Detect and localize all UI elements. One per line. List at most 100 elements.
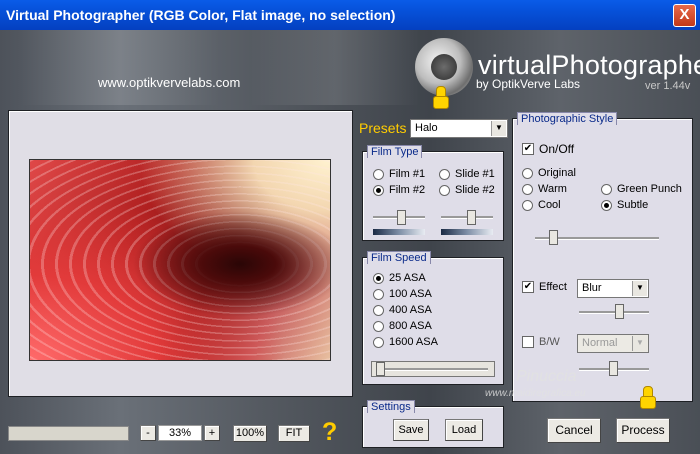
asa-1600-label: 1600 ASA	[389, 336, 438, 348]
asa-25-label: 25 ASA	[389, 272, 426, 284]
asa-1600-radio[interactable]: 1600 ASA	[373, 336, 438, 348]
cancel-button[interactable]: Cancel	[547, 418, 601, 443]
warm-label: Warm	[538, 183, 567, 195]
film-1-radio[interactable]: Film #1	[373, 168, 425, 180]
slide-1-label: Slide #1	[455, 168, 495, 180]
effect-slider-thumb[interactable]	[615, 304, 624, 319]
pointer-hand-icon	[433, 86, 449, 109]
film-2-radio[interactable]: Film #2	[373, 184, 425, 196]
header-streak	[250, 30, 420, 105]
fit-button[interactable]: FIT	[278, 425, 310, 442]
window-title: Virtual Photographer (RGB Color, Flat im…	[6, 7, 396, 23]
preview-panel	[8, 110, 353, 397]
style-slider-thumb[interactable]	[549, 230, 558, 245]
bw-slider-thumb[interactable]	[609, 361, 618, 376]
radio-icon	[439, 184, 450, 196]
slide-slider-thumb[interactable]	[467, 210, 476, 225]
film-speed-track	[378, 368, 488, 371]
slide-2-label: Slide #2	[455, 184, 495, 196]
film-gradient-bar	[373, 229, 425, 235]
check-icon: ✔	[522, 143, 534, 155]
photographic-style-group: Photographic Style ✔ On/Off Original Warm…	[512, 112, 693, 402]
load-button[interactable]: Load	[445, 419, 483, 441]
subtle-radio[interactable]: Subtle	[601, 199, 648, 211]
asa-100-radio[interactable]: 100 ASA	[373, 288, 432, 300]
bw-label: B/W	[539, 336, 560, 348]
radio-icon	[373, 168, 384, 180]
slide-2-radio[interactable]: Slide #2	[439, 184, 495, 196]
effect-label: Effect	[539, 281, 567, 293]
asa-25-radio[interactable]: 25 ASA	[373, 272, 426, 284]
radio-icon	[522, 183, 533, 195]
slide-gradient-bar	[441, 229, 493, 235]
asa-800-radio[interactable]: 800 ASA	[373, 320, 432, 332]
radio-icon	[373, 272, 384, 284]
preview-image[interactable]	[29, 159, 331, 361]
asa-800-label: 800 ASA	[389, 320, 432, 332]
warm-radio[interactable]: Warm	[522, 183, 567, 195]
presets-label: Presets	[359, 120, 407, 136]
radio-icon	[373, 288, 384, 300]
radio-icon	[439, 168, 450, 180]
watermark-name: Pinuccia	[516, 368, 577, 385]
settings-group: Settings Save Load	[362, 400, 504, 448]
film-speed-slider[interactable]	[371, 361, 495, 377]
version-label: ver 1.44v	[645, 80, 691, 92]
chevron-down-icon: ▼	[491, 121, 506, 136]
film-speed-title: Film Speed	[367, 251, 431, 264]
cool-label: Cool	[538, 199, 561, 211]
radio-icon	[373, 336, 384, 348]
presets-select[interactable]: Halo ▼	[410, 119, 508, 138]
bw-checkbox[interactable]: B/W	[522, 336, 560, 348]
bw-select[interactable]: Normal ▼	[577, 334, 649, 353]
save-button[interactable]: Save	[393, 419, 429, 441]
asa-100-label: 100 ASA	[389, 288, 432, 300]
close-button[interactable]: X	[673, 4, 696, 27]
film-1-label: Film #1	[389, 168, 426, 180]
watermark-site: www.maidiregrafica.eu	[485, 388, 586, 399]
onoff-checkbox[interactable]: ✔ On/Off	[522, 142, 574, 156]
pointer-hand-icon	[640, 386, 656, 409]
bw-value: Normal	[582, 337, 618, 349]
cool-radio[interactable]: Cool	[522, 199, 561, 211]
website-url: www.optikvervelabs.com	[98, 75, 241, 90]
progress-bar	[8, 426, 129, 441]
zoom-value: 33%	[158, 425, 202, 441]
subtle-label: Subtle	[617, 199, 649, 211]
asa-400-radio[interactable]: 400 ASA	[373, 304, 432, 316]
checkbox-icon	[522, 336, 534, 348]
zoom-100-button[interactable]: 100%	[233, 425, 267, 442]
brand-byline: by OptikVerve Labs	[476, 77, 581, 91]
help-icon[interactable]: ?	[322, 418, 337, 447]
radio-icon	[601, 199, 612, 211]
film-speed-thumb[interactable]	[376, 362, 385, 376]
film-2-label: Film #2	[389, 184, 426, 196]
radio-icon	[522, 199, 533, 211]
radio-icon	[522, 167, 533, 179]
green-punch-label: Green Punch	[617, 183, 682, 195]
film-type-title: Film Type	[367, 145, 423, 158]
process-button[interactable]: Process	[616, 418, 670, 443]
radio-icon	[373, 320, 384, 332]
chevron-down-icon: ▼	[632, 281, 647, 296]
photographic-style-title: Photographic Style	[517, 112, 618, 125]
film-type-group: Film Type Film #1 Slide #1 Film #2 Slide…	[362, 145, 504, 241]
original-label: Original	[538, 167, 576, 179]
effect-value: Blur	[582, 282, 602, 294]
asa-400-label: 400 ASA	[389, 304, 432, 316]
title-bar: Virtual Photographer (RGB Color, Flat im…	[0, 0, 700, 30]
check-icon: ✔	[522, 281, 534, 293]
zoom-out-button[interactable]: -	[140, 425, 156, 441]
effect-slider-track	[579, 311, 649, 314]
chevron-down-icon: ▼	[632, 336, 647, 351]
zoom-in-button[interactable]: +	[204, 425, 220, 441]
film-slider-thumb[interactable]	[397, 210, 406, 225]
presets-value: Halo	[415, 122, 438, 134]
green-punch-radio[interactable]: Green Punch	[601, 183, 682, 195]
effect-checkbox[interactable]: ✔ Effect	[522, 281, 567, 293]
effect-select[interactable]: Blur ▼	[577, 279, 649, 298]
original-radio[interactable]: Original	[522, 167, 576, 179]
slide-1-radio[interactable]: Slide #1	[439, 168, 495, 180]
header-streak	[20, 30, 220, 105]
settings-title: Settings	[367, 400, 415, 413]
